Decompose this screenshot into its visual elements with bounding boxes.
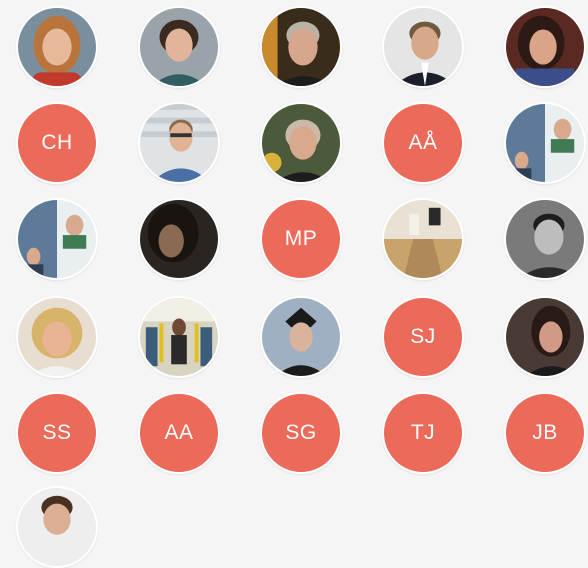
- avatar-initials-ss[interactable]: SS: [16, 392, 98, 474]
- avatar-initials-text: TJ: [410, 421, 436, 444]
- avatar-initials-text: SG: [285, 421, 317, 444]
- avatar-initials-text: AA: [164, 421, 194, 444]
- avatar-photo-10[interactable]: [138, 198, 220, 280]
- portrait-image: [262, 104, 340, 182]
- avatar-initials-aa[interactable]: AA: [138, 392, 220, 474]
- avatar-photo-13[interactable]: [16, 296, 98, 378]
- avatar-photo-14[interactable]: [138, 296, 220, 378]
- portrait-image: [506, 8, 584, 86]
- avatar-initials-tj[interactable]: TJ: [382, 392, 464, 474]
- avatar-photo-7[interactable]: [260, 102, 342, 184]
- member-avatar-grid: CH AÅ MP SJ SS AA SG TJ JB: [0, 0, 588, 568]
- portrait-image: [506, 200, 584, 278]
- avatar-photo-11[interactable]: [382, 198, 464, 280]
- avatar-initials-text: SS: [42, 421, 72, 444]
- avatar-photo-5[interactable]: [504, 6, 586, 88]
- avatar-photo-8[interactable]: [504, 102, 586, 184]
- avatar-initials-ch[interactable]: CH: [16, 102, 98, 184]
- avatar-initials-aa-ring[interactable]: AÅ: [382, 102, 464, 184]
- portrait-image: [18, 298, 96, 376]
- portrait-image: [506, 298, 584, 376]
- avatar-initials-mp[interactable]: MP: [260, 198, 342, 280]
- avatar-initials-text: AÅ: [408, 131, 438, 154]
- portrait-image: [384, 200, 462, 278]
- avatar-initials-sj[interactable]: SJ: [382, 296, 464, 378]
- portrait-image: [140, 298, 218, 376]
- avatar-photo-1[interactable]: [16, 6, 98, 88]
- avatar-photo-16[interactable]: [504, 296, 586, 378]
- portrait-image: [140, 200, 218, 278]
- avatar-initials-text: JB: [532, 421, 558, 444]
- avatar-initials-sg[interactable]: SG: [260, 392, 342, 474]
- portrait-image: [384, 8, 462, 86]
- avatar-initials-text: SJ: [410, 325, 436, 348]
- portrait-image: [140, 104, 218, 182]
- portrait-image: [262, 8, 340, 86]
- avatar-photo-15[interactable]: [260, 296, 342, 378]
- portrait-image: [506, 104, 584, 182]
- avatar-photo-9[interactable]: [16, 198, 98, 280]
- avatar-photo-2[interactable]: [138, 6, 220, 88]
- portrait-image: [262, 298, 340, 376]
- portrait-image: [18, 200, 96, 278]
- avatar-photo-4[interactable]: [382, 6, 464, 88]
- avatar-initials-jb[interactable]: JB: [504, 392, 586, 474]
- avatar-photo-3[interactable]: [260, 6, 342, 88]
- avatar-initials-text: MP: [284, 227, 318, 250]
- portrait-image: [18, 8, 96, 86]
- portrait-image: [140, 8, 218, 86]
- avatar-initials-text: CH: [41, 131, 73, 154]
- avatar-photo-12[interactable]: [504, 198, 586, 280]
- avatar-photo-17[interactable]: [16, 486, 98, 568]
- avatar-photo-6[interactable]: [138, 102, 220, 184]
- portrait-image: [18, 488, 96, 566]
